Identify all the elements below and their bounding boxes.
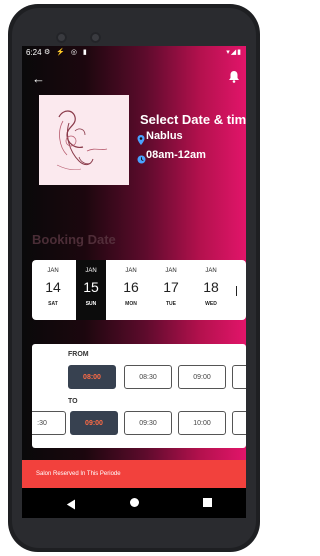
date-picker: JAN 14 SAT JAN 15 SUN JAN 16 MON JAN 17 … xyxy=(32,260,246,320)
salon-location: Nablus xyxy=(146,130,183,142)
date-month: JAN xyxy=(165,268,177,274)
date-item[interactable]: JAN 14 SAT xyxy=(38,260,68,320)
date-item[interactable]: JAN 16 MON xyxy=(116,260,146,320)
date-day: 15 xyxy=(83,279,99,295)
date-month: JAN xyxy=(47,268,59,274)
app-screen: 6:24 ⚙ ⚡ ◎ ▮ ▾◢▮ ← Select Date & time Na… xyxy=(22,46,246,488)
from-slot[interactable]: 08:30 xyxy=(124,365,172,389)
date-item-selected[interactable]: JAN 15 SUN xyxy=(76,260,106,320)
clock-icon xyxy=(137,151,146,169)
to-slot-partial[interactable] xyxy=(232,411,246,435)
time-selection-panel: FROM 08:00 08:30 09:00 TO :30 09:00 09:3… xyxy=(32,344,246,448)
from-slot-partial[interactable] xyxy=(232,365,246,389)
from-slot-selected[interactable]: 08:00 xyxy=(68,365,116,389)
status-left-icons: ⚙ ⚡ ◎ ▮ xyxy=(44,49,89,56)
android-nav-bar xyxy=(22,488,246,518)
booking-date-label: Booking Date xyxy=(32,232,116,247)
location-pin-icon xyxy=(137,132,145,150)
date-weekday: SUN xyxy=(85,301,97,307)
from-slot[interactable]: 09:00 xyxy=(178,365,226,389)
reserved-banner: Salon Reserved In This Periode xyxy=(22,460,246,488)
date-day: 17 xyxy=(163,279,179,295)
date-strip-overflow-mark xyxy=(236,286,237,296)
to-slot-selected[interactable]: 09:00 xyxy=(70,411,118,435)
page-title: Select Date & time xyxy=(140,112,246,127)
status-right-icons: ▾◢▮ xyxy=(226,49,242,56)
date-day: 18 xyxy=(203,279,219,295)
date-item[interactable]: JAN 18 WED xyxy=(196,260,226,320)
notification-bell-icon[interactable] xyxy=(228,70,240,88)
date-weekday: TUE xyxy=(166,301,176,307)
date-item[interactable]: JAN 17 TUE xyxy=(156,260,186,320)
back-arrow-icon[interactable]: ← xyxy=(32,72,45,85)
date-weekday: WED xyxy=(205,301,217,307)
to-slot-partial[interactable]: :30 xyxy=(32,411,66,435)
from-label: FROM xyxy=(68,351,89,358)
date-month: JAN xyxy=(205,268,217,274)
front-sensor xyxy=(90,32,101,43)
date-day: 14 xyxy=(45,279,61,295)
salon-logo-image xyxy=(39,95,129,185)
status-time: 6:24 xyxy=(26,48,42,57)
salon-hours: 08am-12am xyxy=(146,149,206,161)
to-slot[interactable]: 10:00 xyxy=(178,411,226,435)
nav-home-icon[interactable] xyxy=(130,498,139,507)
front-camera xyxy=(56,32,67,43)
to-label: TO xyxy=(68,398,78,405)
status-bar: 6:24 ⚙ ⚡ ◎ ▮ ▾◢▮ xyxy=(22,46,246,60)
nav-back-icon[interactable] xyxy=(66,497,76,515)
date-month: JAN xyxy=(125,268,137,274)
date-month: JAN xyxy=(85,268,97,274)
date-day: 16 xyxy=(123,279,139,295)
date-weekday: SAT xyxy=(48,301,58,307)
nav-recent-apps-icon[interactable] xyxy=(203,498,212,507)
to-slot[interactable]: 09:30 xyxy=(124,411,172,435)
date-weekday: MON xyxy=(125,301,137,307)
